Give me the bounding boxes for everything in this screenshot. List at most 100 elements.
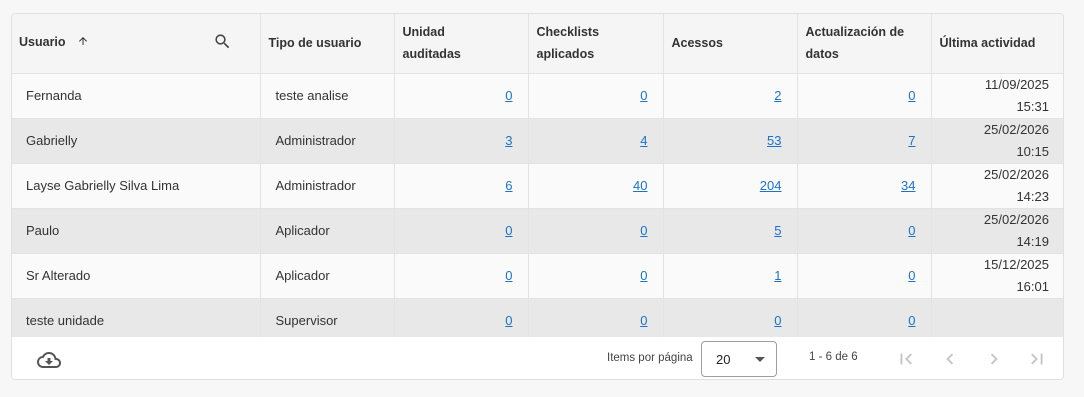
- cell-ultima-actividad: [931, 298, 1063, 343]
- cell-ultima-actividad: 25/02/2026 14:23: [931, 163, 1063, 209]
- cell-checklists: 0: [528, 253, 664, 299]
- column-header-label: Checklists aplicados: [536, 24, 600, 61]
- last-page-icon[interactable]: [1026, 348, 1048, 370]
- activity-date: 25/02/2026: [983, 166, 1049, 182]
- cell-usuario: Gabrielly: [12, 118, 261, 164]
- column-header-label: Usuario: [19, 35, 66, 50]
- cell-unidad: 0: [394, 253, 529, 299]
- cell-checklists: 0: [528, 298, 664, 343]
- column-header-label: Unidad auditadas: [402, 24, 461, 61]
- actualizacion-link[interactable]: 34: [901, 178, 915, 193]
- cell-tipo: teste analise: [260, 73, 395, 119]
- checklists-link[interactable]: 0: [640, 223, 647, 238]
- acessos-link[interactable]: 0: [774, 313, 781, 328]
- activity-time: 16:01: [1016, 278, 1049, 294]
- activity-date: 25/02/2026: [983, 211, 1049, 227]
- cell-unidad: 6: [394, 163, 529, 209]
- acessos-link[interactable]: 2: [774, 88, 781, 103]
- cell-tipo: Aplicador: [260, 253, 395, 299]
- column-header-usuario[interactable]: Usuario: [12, 14, 261, 74]
- cell-actualizacion: 34: [797, 163, 932, 209]
- cell-actualizacion: 0: [797, 298, 932, 343]
- users-table: Usuario Tipo de usuario Unidad auditadas…: [12, 14, 1063, 343]
- acessos-link[interactable]: 1: [774, 268, 781, 283]
- checklists-link[interactable]: 0: [640, 268, 647, 283]
- column-header-tipo[interactable]: Tipo de usuario: [260, 14, 395, 74]
- cell-acessos: 5: [663, 208, 798, 254]
- actualizacion-link[interactable]: 0: [908, 223, 915, 238]
- cell-unidad: 0: [394, 298, 529, 343]
- acessos-link[interactable]: 53: [767, 133, 781, 148]
- search-icon[interactable]: [213, 32, 232, 58]
- table-row: Fernanda teste analise 0 0 2 0 11/09/202…: [12, 73, 1063, 119]
- column-header-unidad[interactable]: Unidad auditadas: [394, 14, 529, 74]
- cell-acessos: 1: [663, 253, 798, 299]
- cell-checklists: 40: [528, 163, 664, 209]
- cell-tipo: Supervisor: [260, 298, 395, 343]
- cell-actualizacion: 7: [797, 118, 932, 164]
- cell-checklists: 0: [528, 73, 664, 119]
- unidad-link[interactable]: 6: [505, 178, 512, 193]
- unidad-link[interactable]: 0: [505, 313, 512, 328]
- cell-ultima-actividad: 25/02/2026 10:15: [931, 118, 1063, 164]
- checklists-link[interactable]: 4: [640, 133, 647, 148]
- unidad-link[interactable]: 0: [505, 268, 512, 283]
- actualizacion-link[interactable]: 0: [908, 88, 915, 103]
- cloud-download-icon[interactable]: [37, 348, 61, 377]
- column-header-ultima-actividad[interactable]: Última actividad: [931, 14, 1063, 74]
- cell-ultima-actividad: 25/02/2026 14:19: [931, 208, 1063, 254]
- activity-time: 10:15: [1016, 143, 1049, 159]
- items-per-page-select[interactable]: 20: [701, 341, 777, 377]
- unidad-link[interactable]: 0: [505, 88, 512, 103]
- users-table-card: Usuario Tipo de usuario Unidad auditadas…: [11, 13, 1064, 380]
- actualizacion-link[interactable]: 7: [908, 133, 915, 148]
- activity-date: 11/09/2025: [984, 76, 1049, 92]
- checklists-link[interactable]: 0: [640, 88, 647, 103]
- column-header-actualizacion[interactable]: Actualización de datos: [797, 14, 932, 74]
- cell-acessos: 2: [663, 73, 798, 119]
- cell-acessos: 0: [663, 298, 798, 343]
- cell-checklists: 0: [528, 208, 664, 254]
- cell-actualizacion: 0: [797, 208, 932, 254]
- actualizacion-link[interactable]: 0: [908, 268, 915, 283]
- column-header-acessos[interactable]: Acessos: [663, 14, 798, 74]
- pagination-range: 1 - 6 de 6: [809, 351, 858, 363]
- cell-usuario: Layse Gabrielly Silva Lima: [12, 163, 261, 209]
- column-header-label: Actualización de datos: [805, 24, 905, 61]
- cell-acessos: 53: [663, 118, 798, 164]
- cell-actualizacion: 0: [797, 73, 932, 119]
- items-per-page-label: Items por página: [607, 352, 693, 364]
- table-row: Gabrielly Administrador 3 4 53 7 25/02/2…: [12, 118, 1063, 164]
- checklists-link[interactable]: 40: [633, 178, 647, 193]
- table-row: teste unidade Supervisor 0 0 0 0: [12, 298, 1063, 343]
- cell-tipo: Administrador: [260, 163, 395, 209]
- cell-ultima-actividad: 11/09/2025 15:31: [931, 73, 1063, 119]
- acessos-link[interactable]: 204: [760, 178, 782, 193]
- cell-tipo: Aplicador: [260, 208, 395, 254]
- activity-time: 15:31: [1016, 98, 1049, 114]
- cell-unidad: 3: [394, 118, 529, 164]
- chevron-left-icon[interactable]: [939, 348, 961, 370]
- chevron-right-icon[interactable]: [983, 348, 1005, 370]
- items-per-page-value: 20: [716, 352, 731, 367]
- cell-unidad: 0: [394, 208, 529, 254]
- arrow-up-icon[interactable]: [77, 32, 89, 54]
- unidad-link[interactable]: 3: [505, 133, 512, 148]
- acessos-link[interactable]: 5: [774, 223, 781, 238]
- cell-ultima-actividad: 15/12/2025 16:01: [931, 253, 1063, 299]
- first-page-icon[interactable]: [895, 348, 917, 370]
- column-header-checklists[interactable]: Checklists aplicados: [528, 14, 664, 74]
- unidad-link[interactable]: 0: [505, 223, 512, 238]
- cell-usuario: teste unidade: [12, 298, 261, 343]
- activity-date: 25/02/2026: [983, 121, 1049, 137]
- chevron-down-icon: [755, 357, 765, 362]
- cell-usuario: Fernanda: [12, 73, 261, 119]
- checklists-link[interactable]: 0: [640, 313, 647, 328]
- cell-actualizacion: 0: [797, 253, 932, 299]
- table-row: Sr Alterado Aplicador 0 0 1 0 15/12/2025…: [12, 253, 1063, 299]
- cell-unidad: 0: [394, 73, 529, 119]
- actualizacion-link[interactable]: 0: [908, 313, 915, 328]
- table-row: Layse Gabrielly Silva Lima Administrador…: [12, 163, 1063, 209]
- cell-tipo: Administrador: [260, 118, 395, 164]
- table-footer: Items por página 20 1 - 6 de 6: [12, 337, 1063, 379]
